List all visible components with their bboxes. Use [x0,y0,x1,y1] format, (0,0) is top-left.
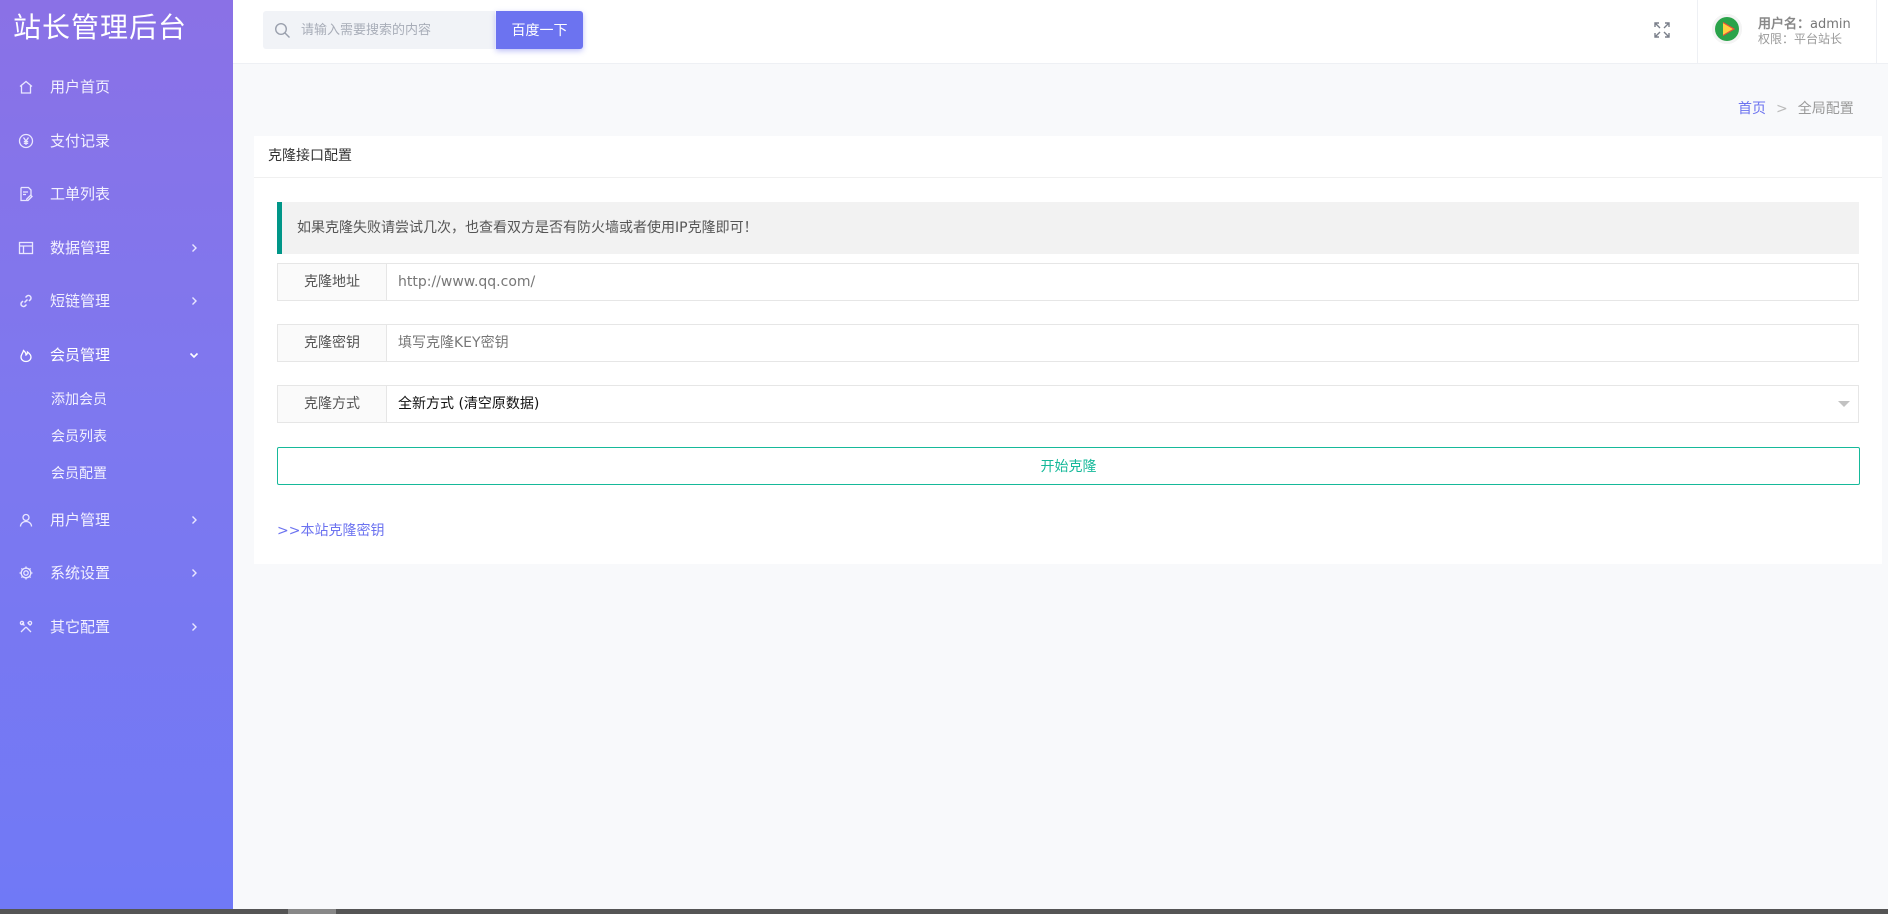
sidebar-item-payment-records[interactable]: 支付记录 [0,121,233,161]
card-header: 克隆接口配置 [254,136,1882,178]
submenu-label: 添加会员 [51,392,107,408]
submenu-add-member[interactable]: 添加会员 [0,384,233,416]
sidebar-item-label: 系统设置 [50,564,111,582]
brand-title: 站长管理后台 [13,11,188,44]
sidebar-item-other-config[interactable]: 其它配置 [0,607,233,647]
sidebar-item-label: 其它配置 [50,618,111,636]
sidebar-item-label: 会员管理 [50,346,111,364]
breadcrumb-home[interactable]: 首页 [1738,101,1766,117]
clone-mode-label: 克隆方式 [278,386,387,422]
sidebar-item-label: 数据管理 [50,239,111,257]
chevron-right-icon [188,295,200,307]
sidebar-item-system-settings[interactable]: 系统设置 [0,553,233,593]
sidebar-item-member-management[interactable]: 会员管理 [0,335,233,375]
sidebar-item-data-management[interactable]: 数据管理 [0,228,233,268]
avatar [1712,14,1742,44]
breadcrumb-separator: > [1776,101,1788,117]
table-icon [18,240,34,256]
ticket-icon [18,186,34,202]
tools-icon [18,619,34,635]
chevron-down-icon [188,349,200,361]
submenu-member-list[interactable]: 会员列表 [0,421,233,453]
sidebar: 站长管理后台 用户首页 支付记录 工单列表 数据管理 短链管理 会员管理 添加会… [0,0,233,914]
submenu-label: 会员列表 [51,429,107,445]
clone-url-row: 克隆地址 [277,263,1859,301]
fire-icon [18,347,34,363]
clone-key-row: 克隆密钥 [277,324,1859,362]
clone-mode-select[interactable]: 全新方式 (清空原数据) [388,386,1858,422]
chevron-right-icon [188,514,200,526]
start-clone-button[interactable]: 开始克隆 [277,447,1860,485]
submenu-member-config[interactable]: 会员配置 [0,458,233,490]
sidebar-item-user-management[interactable]: 用户管理 [0,500,233,540]
user-role: 权限：平台站长 [1758,32,1843,46]
horizontal-scrollbar[interactable] [0,909,1888,914]
search-button[interactable]: 百度一下 [496,11,583,49]
yen-icon [18,133,34,149]
notice-text: 如果克隆失败请尝试几次，也查看双方是否有防火墙或者使用IP克隆即可！ [297,220,758,236]
clone-key-input[interactable] [388,325,1858,361]
clone-mode-row: 克隆方式 全新方式 (清空原数据) [277,385,1859,423]
clone-key-label: 克隆密钥 [278,325,387,361]
chevron-right-icon [188,621,200,633]
notice-alert: 如果克隆失败请尝试几次，也查看双方是否有防火墙或者使用IP克隆即可！ [277,202,1859,254]
breadcrumb-current: 全局配置 [1797,101,1854,117]
sidebar-item-ticket-list[interactable]: 工单列表 [0,174,233,214]
chevron-right-icon [188,567,200,579]
user-icon [18,512,34,528]
search-icon [274,22,291,39]
site-clone-key-link[interactable]: >>本站克隆密钥 [277,520,384,540]
home-icon [18,79,34,95]
sidebar-item-label: 用户首页 [50,78,111,96]
link-icon [18,293,34,309]
user-menu[interactable]: 用户名：admin 权限：平台站长 [1697,0,1877,64]
sidebar-item-label: 短链管理 [50,292,111,310]
sidebar-item-shortlink-management[interactable]: 短链管理 [0,281,233,321]
clone-url-label: 克隆地址 [278,264,387,300]
chevron-right-icon [188,242,200,254]
clone-mode-value: 全新方式 (清空原数据) [398,396,540,412]
submenu-label: 会员配置 [51,466,107,482]
top-header: 百度一下 用户名：admin 权限：平台站长 [233,0,1888,64]
search-box [263,11,495,49]
gear-icon [18,565,34,581]
sidebar-item-user-home[interactable]: 用户首页 [0,67,233,107]
sidebar-item-label: 工单列表 [50,185,111,203]
clone-config-card: 克隆接口配置 如果克隆失败请尝试几次，也查看双方是否有防火墙或者使用IP克隆即可… [254,136,1882,564]
fullscreen-icon[interactable] [1653,21,1671,39]
search-input[interactable] [299,11,489,49]
sidebar-item-label: 支付记录 [50,132,111,150]
clone-url-input[interactable] [388,264,1858,300]
dropdown-arrow-icon [1838,401,1850,407]
scrollbar-thumb[interactable] [288,909,336,914]
breadcrumb: 首页 > 全局配置 [1738,98,1854,118]
sidebar-item-label: 用户管理 [50,511,111,529]
card-title: 克隆接口配置 [268,148,352,164]
